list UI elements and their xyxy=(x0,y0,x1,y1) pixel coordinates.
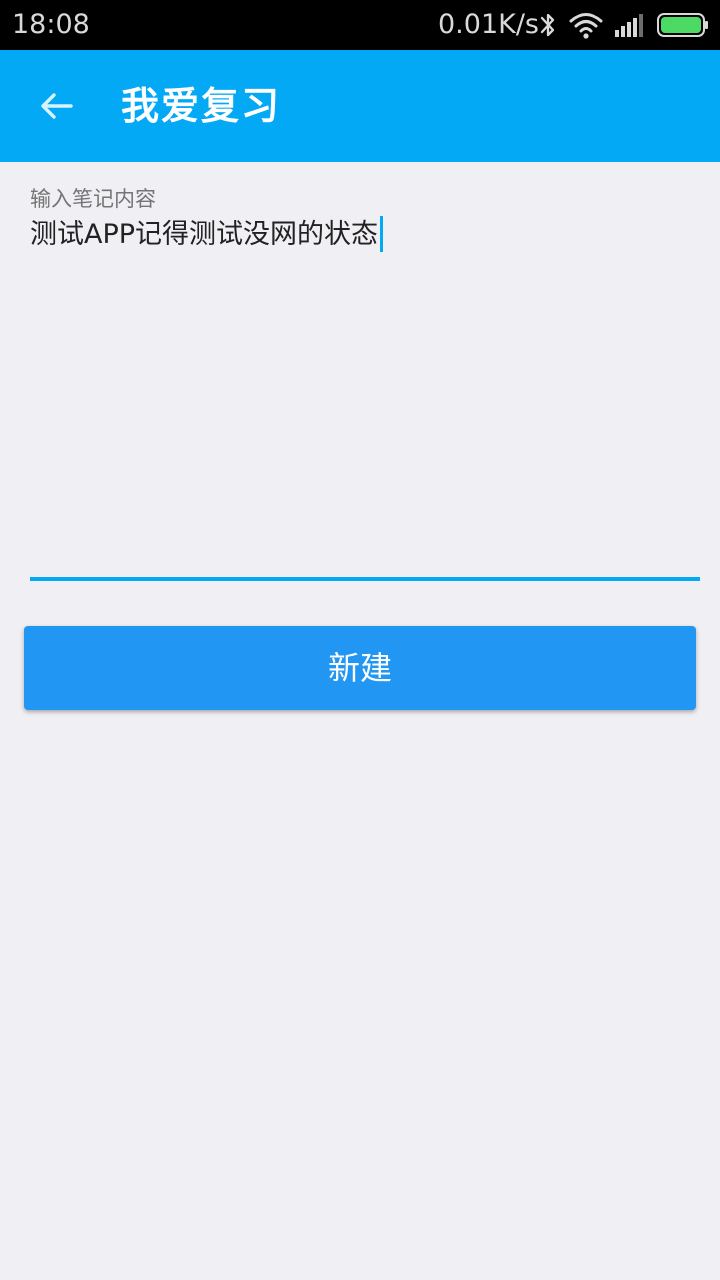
signal-icon xyxy=(615,14,643,37)
wifi-icon xyxy=(569,13,603,39)
page-title: 我爱复习 xyxy=(121,84,282,128)
bluetooth-icon xyxy=(540,13,555,37)
input-underline xyxy=(30,577,700,581)
note-content-input[interactable]: 测试APP记得测试没网的状态 xyxy=(30,216,700,578)
create-note-button[interactable]: 新建 xyxy=(24,626,696,710)
battery-icon xyxy=(657,13,708,37)
toolbar: 我爱复习 xyxy=(0,50,720,162)
status-bar: 18:08 0.01K/s xyxy=(0,0,720,50)
note-input-hint: 输入笔记内容 xyxy=(30,187,156,211)
network-speed: 0.01K/s xyxy=(438,9,539,40)
note-content-value: 测试APP记得测试没网的状态 xyxy=(30,219,379,250)
arrow-left-icon[interactable] xyxy=(36,86,76,126)
text-cursor xyxy=(380,216,384,252)
status-time: 18:08 xyxy=(12,9,90,40)
